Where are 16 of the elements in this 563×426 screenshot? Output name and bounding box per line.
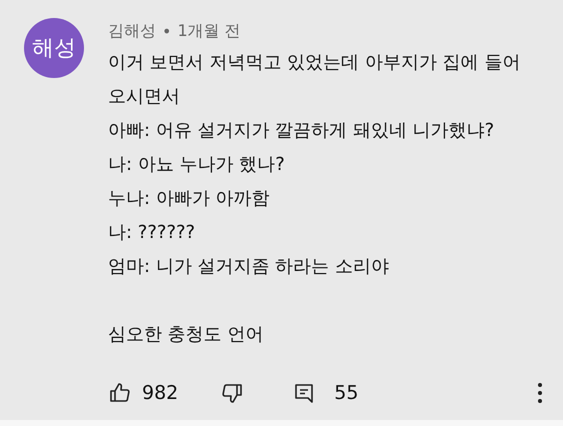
more-icon[interactable] xyxy=(537,382,543,404)
comment-line: 아빠: 어유 설거지가 깔끔하게 돼있네 니가했냐? xyxy=(108,119,496,143)
reply-count: 55 xyxy=(334,382,358,404)
comment-line: 엄마: 니가 설거지좀 하라는 소리야 xyxy=(108,255,390,279)
thumbs-up-icon[interactable] xyxy=(108,381,132,405)
comment-time: 1개월 전 xyxy=(177,20,241,42)
comment-line: 나: ?????? xyxy=(108,221,196,245)
avatar[interactable]: 해성 xyxy=(24,18,84,78)
comment-line: 누나: 아빠가 아까함 xyxy=(108,187,271,211)
comment-line: 나: 아뇨 누나가 했나? xyxy=(108,153,286,177)
comment-line: 심오한 충청도 언어 xyxy=(108,323,264,347)
like-count: 982 xyxy=(142,382,178,404)
thumbs-down-icon[interactable] xyxy=(220,381,244,405)
author-name: 김해성 xyxy=(108,20,156,42)
separator-dot: • xyxy=(162,22,172,40)
comment-line: 이거 보면서 저녁먹고 있었는데 아부지가 집에 들어 오시면서 xyxy=(108,51,522,109)
